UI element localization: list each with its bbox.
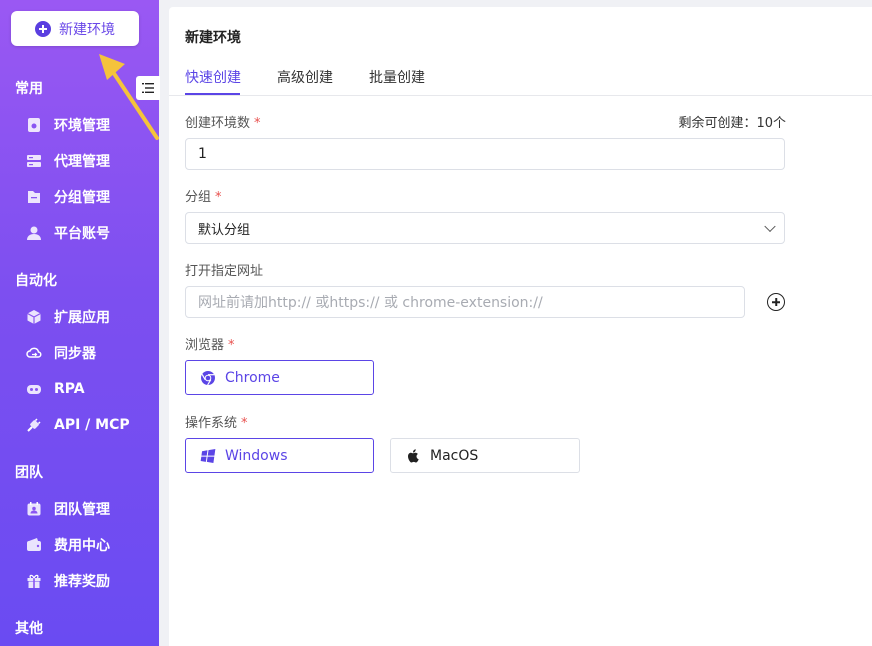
- env-count-label-text: 创建环境数: [185, 116, 251, 131]
- required-mark: *: [228, 338, 235, 353]
- environment-icon: [28, 118, 40, 132]
- menu-collapse-icon: [142, 83, 154, 93]
- group-select-value: 默认分组: [198, 222, 251, 238]
- browser-option-label: Chrome: [225, 369, 280, 386]
- sidebar-item-label: 扩展应用: [54, 310, 110, 326]
- sidebar-item-label: 环境管理: [54, 118, 110, 134]
- sidebar-item-team-management[interactable]: 团队管理: [26, 497, 110, 521]
- os-label-text: 操作系统: [185, 416, 238, 431]
- group-select[interactable]: 默认分组: [185, 212, 785, 244]
- sidebar-item-rpa[interactable]: RPA: [26, 377, 85, 401]
- url-label: 打开指定网址: [185, 264, 264, 279]
- browser-label-text: 浏览器: [185, 338, 225, 353]
- sidebar-item-label: API / MCP: [54, 417, 130, 433]
- os-option-windows[interactable]: Windows: [185, 438, 374, 473]
- tab-advanced-create[interactable]: 高级创建: [277, 69, 333, 96]
- plus-circle-icon: [35, 20, 51, 37]
- url-input-placeholder: 网址前请加http:// 或https:// 或 chrome-extensio…: [198, 295, 543, 311]
- url-input[interactable]: 网址前请加http:// 或https:// 或 chrome-extensio…: [185, 286, 745, 318]
- os-label: 操作系统 *: [185, 412, 248, 431]
- tab-bar: 快速创建 高级创建 批量创建: [169, 69, 872, 96]
- browser-label: 浏览器 *: [185, 334, 235, 353]
- tab-batch-create[interactable]: 批量创建: [369, 69, 425, 96]
- sidebar-item-label: 分组管理: [54, 190, 110, 206]
- sidebar-item-label: 费用中心: [54, 538, 110, 554]
- section-title-team: 团队: [15, 465, 43, 481]
- sidebar-item-label: 平台账号: [54, 226, 110, 242]
- chrome-icon: [201, 370, 215, 385]
- required-mark: *: [241, 416, 248, 431]
- sidebar-item-extensions[interactable]: 扩展应用: [26, 305, 110, 329]
- sidebar-item-proxy[interactable]: 代理管理: [26, 149, 110, 173]
- sidebar-item-synchronizer[interactable]: 同步器: [26, 341, 96, 365]
- env-count-input[interactable]: 1: [185, 138, 785, 170]
- os-option-label: MacOS: [430, 447, 479, 464]
- team-icon: [27, 502, 41, 516]
- sidebar-item-billing[interactable]: 费用中心: [26, 533, 110, 557]
- user-icon: [27, 226, 41, 240]
- group-label: 分组 *: [185, 186, 222, 205]
- remaining-quota: 剩余可创建：10个: [678, 116, 786, 131]
- sidebar-item-groups[interactable]: 分组管理: [26, 185, 110, 209]
- new-environment-label: 新建环境: [59, 21, 115, 38]
- folder-icon: [28, 191, 40, 203]
- sidebar-item-label: 推荐奖励: [54, 574, 110, 590]
- new-environment-button[interactable]: 新建环境: [11, 11, 139, 46]
- active-tab-indicator: [185, 93, 240, 95]
- section-title-automation: 自动化: [15, 273, 57, 289]
- sync-cloud-icon: [26, 347, 42, 358]
- apple-icon: [408, 448, 419, 462]
- cube-icon: [27, 310, 41, 324]
- sidebar-item-label: 代理管理: [54, 154, 110, 170]
- sidebar-item-label: 同步器: [54, 346, 96, 362]
- windows-icon: [200, 448, 216, 463]
- robot-icon: [27, 385, 41, 394]
- required-mark: *: [215, 190, 222, 205]
- plug-icon: [27, 418, 41, 432]
- tab-quick-create[interactable]: 快速创建: [185, 69, 241, 96]
- gift-icon: [27, 574, 41, 588]
- sidebar-item-referral-rewards[interactable]: 推荐奖励: [26, 569, 110, 593]
- sidebar-item-environment[interactable]: 环境管理: [26, 113, 110, 137]
- section-title-other: 其他: [15, 621, 43, 637]
- env-count-label: 创建环境数 *: [185, 112, 261, 131]
- chevron-down-icon: [764, 220, 776, 233]
- add-url-plus-icon[interactable]: [767, 293, 785, 311]
- env-count-value: 1: [198, 146, 207, 162]
- sidebar-item-api-mcp[interactable]: API / MCP: [26, 413, 130, 437]
- os-option-label: Windows: [225, 447, 288, 464]
- sidebar-item-platform-accounts[interactable]: 平台账号: [26, 221, 110, 245]
- sidebar-item-label: RPA: [54, 381, 85, 397]
- main-panel: 新建环境 快速创建 高级创建 批量创建 创建环境数 * 剩余可创建：10个 1 分…: [169, 7, 872, 646]
- page-title: 新建环境: [185, 30, 241, 46]
- browser-option-chrome[interactable]: Chrome: [185, 360, 374, 395]
- section-title-common: 常用: [15, 81, 43, 97]
- required-mark: *: [254, 116, 261, 131]
- proxy-icon: [27, 155, 41, 167]
- collapse-sidebar-button[interactable]: [136, 76, 160, 100]
- wallet-icon: [27, 538, 41, 551]
- os-option-macos[interactable]: MacOS: [390, 438, 580, 473]
- group-label-text: 分组: [185, 190, 212, 205]
- sidebar-item-label: 团队管理: [54, 502, 110, 518]
